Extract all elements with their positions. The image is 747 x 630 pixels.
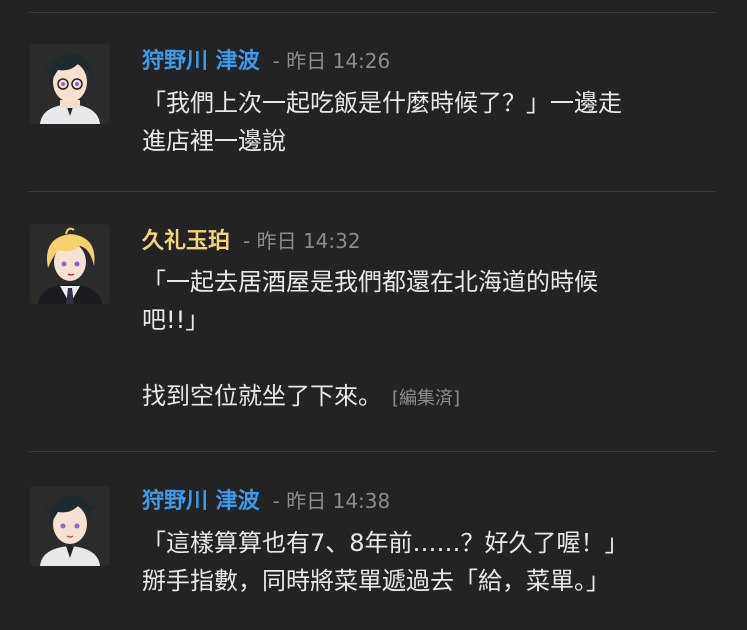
message-header: 狩野川 津波 - 昨日 14:26 — [142, 46, 390, 77]
divider — [28, 451, 715, 452]
message-line: 「這樣算算也有7、8年前……？好久了喔！」 — [142, 529, 629, 557]
author-name[interactable]: 狩野川 津波 — [142, 489, 260, 514]
message-body: 「我們上次一起吃飯是什麼時候了？」一邊走 進店裡一邊說 — [142, 84, 722, 160]
message-body: 「一起去居酒屋是我們都還在北海道的時候 吧!!」 找到空位就坐了下來。 [編集済] — [142, 263, 722, 418]
meta-separator: - — [243, 229, 251, 253]
message-text: 找到空位就坐了下來。 — [142, 382, 382, 410]
message-line: 進店裡一邊說 — [142, 127, 286, 155]
message-meta: - 昨日 14:38 — [273, 489, 391, 513]
message-meta: - 昨日 14:26 — [273, 49, 391, 73]
blond-character-avatar-icon[interactable] — [30, 224, 110, 304]
dark-haired-character-avatar-icon[interactable] — [30, 486, 110, 566]
chat-log: 狩野川 津波 - 昨日 14:26 「我們上次一起吃飯是什麼時候了？」一邊走 進… — [0, 0, 747, 630]
message-header: 久礼玉珀 - 昨日 14:32 — [142, 226, 361, 257]
timestamp: 昨日 14:32 — [256, 229, 361, 253]
message-line: 「一起去居酒屋是我們都還在北海道的時候 — [142, 268, 598, 296]
message-meta: - 昨日 14:32 — [243, 229, 361, 253]
timestamp: 昨日 14:26 — [286, 49, 391, 73]
edited-label: [編集済] — [392, 388, 461, 409]
author-name[interactable]: 久礼玉珀 — [142, 229, 230, 254]
divider — [28, 12, 715, 13]
message-body: 「這樣算算也有7、8年前……？好久了喔！」 掰手指數，同時將菜單遞過去「給，菜單… — [142, 524, 722, 600]
meta-separator: - — [272, 49, 280, 73]
author-name[interactable]: 狩野川 津波 — [142, 49, 260, 74]
message-header: 狩野川 津波 - 昨日 14:38 — [142, 486, 390, 517]
message-line: 「我們上次一起吃飯是什麼時候了？」一邊走 — [142, 89, 622, 117]
timestamp: 昨日 14:38 — [286, 489, 391, 513]
message-line: 掰手指數，同時將菜單遞過去「給，菜單。」 — [142, 567, 610, 595]
meta-separator: - — [272, 489, 280, 513]
dark-haired-character-avatar-icon[interactable] — [30, 44, 110, 124]
message-line: 吧!!」 — [142, 306, 210, 334]
divider — [28, 191, 715, 192]
message-line: 找到空位就坐了下來。 [編集済] — [142, 377, 722, 418]
